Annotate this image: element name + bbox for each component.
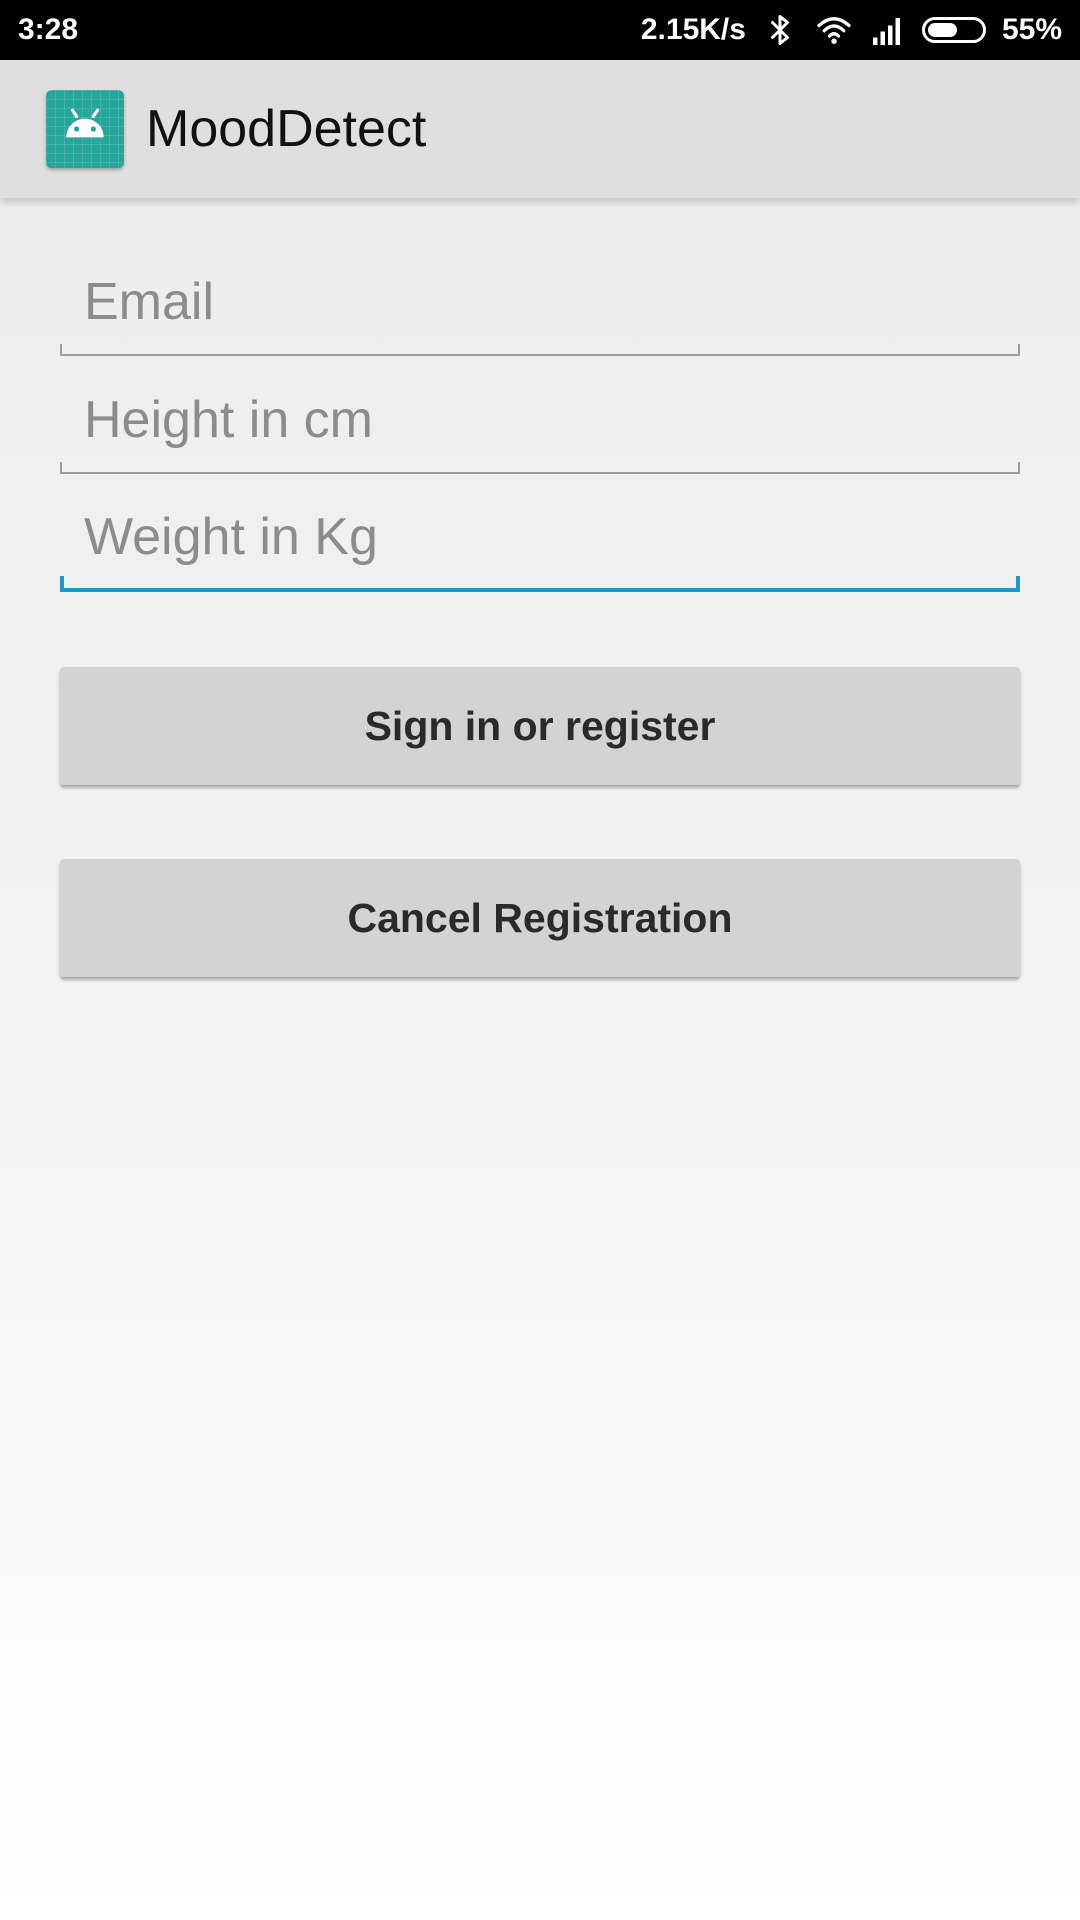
status-left: 3:28 [18, 13, 78, 47]
status-bar: 3:28 2.15K/s 55% [0, 0, 1080, 60]
app-bar: MoodDetect [0, 60, 1080, 198]
bluetooth-icon [762, 12, 798, 48]
field-tick-right [1016, 576, 1020, 588]
field-tick-left [60, 462, 62, 472]
email-input[interactable] [60, 258, 1020, 354]
signal-icon [870, 12, 906, 48]
network-speed: 2.15K/s [640, 13, 746, 46]
android-icon [46, 90, 124, 168]
field-tick-left [60, 344, 62, 354]
battery-percent: 55% [1001, 13, 1062, 46]
battery-outline [921, 17, 986, 43]
field-tick-right [1018, 462, 1020, 472]
app-title: MoodDetect [146, 100, 427, 158]
height-input[interactable] [60, 376, 1020, 472]
wifi-icon [814, 12, 854, 48]
field-tick-right [1018, 344, 1020, 354]
weight-field[interactable] [60, 494, 1020, 592]
weight-input[interactable] [60, 494, 1020, 588]
status-right: 2.15K/s 55% [641, 12, 1062, 48]
battery-fill [927, 23, 957, 37]
cancel-registration-button[interactable]: Cancel Registration [60, 859, 1020, 977]
sign-in-register-button[interactable]: Sign in or register [60, 667, 1020, 785]
battery-icon [921, 17, 986, 43]
email-field[interactable] [60, 258, 1020, 356]
status-time: 3:28 [18, 13, 79, 46]
field-tick-left [60, 576, 64, 588]
height-field[interactable] [60, 376, 1020, 474]
